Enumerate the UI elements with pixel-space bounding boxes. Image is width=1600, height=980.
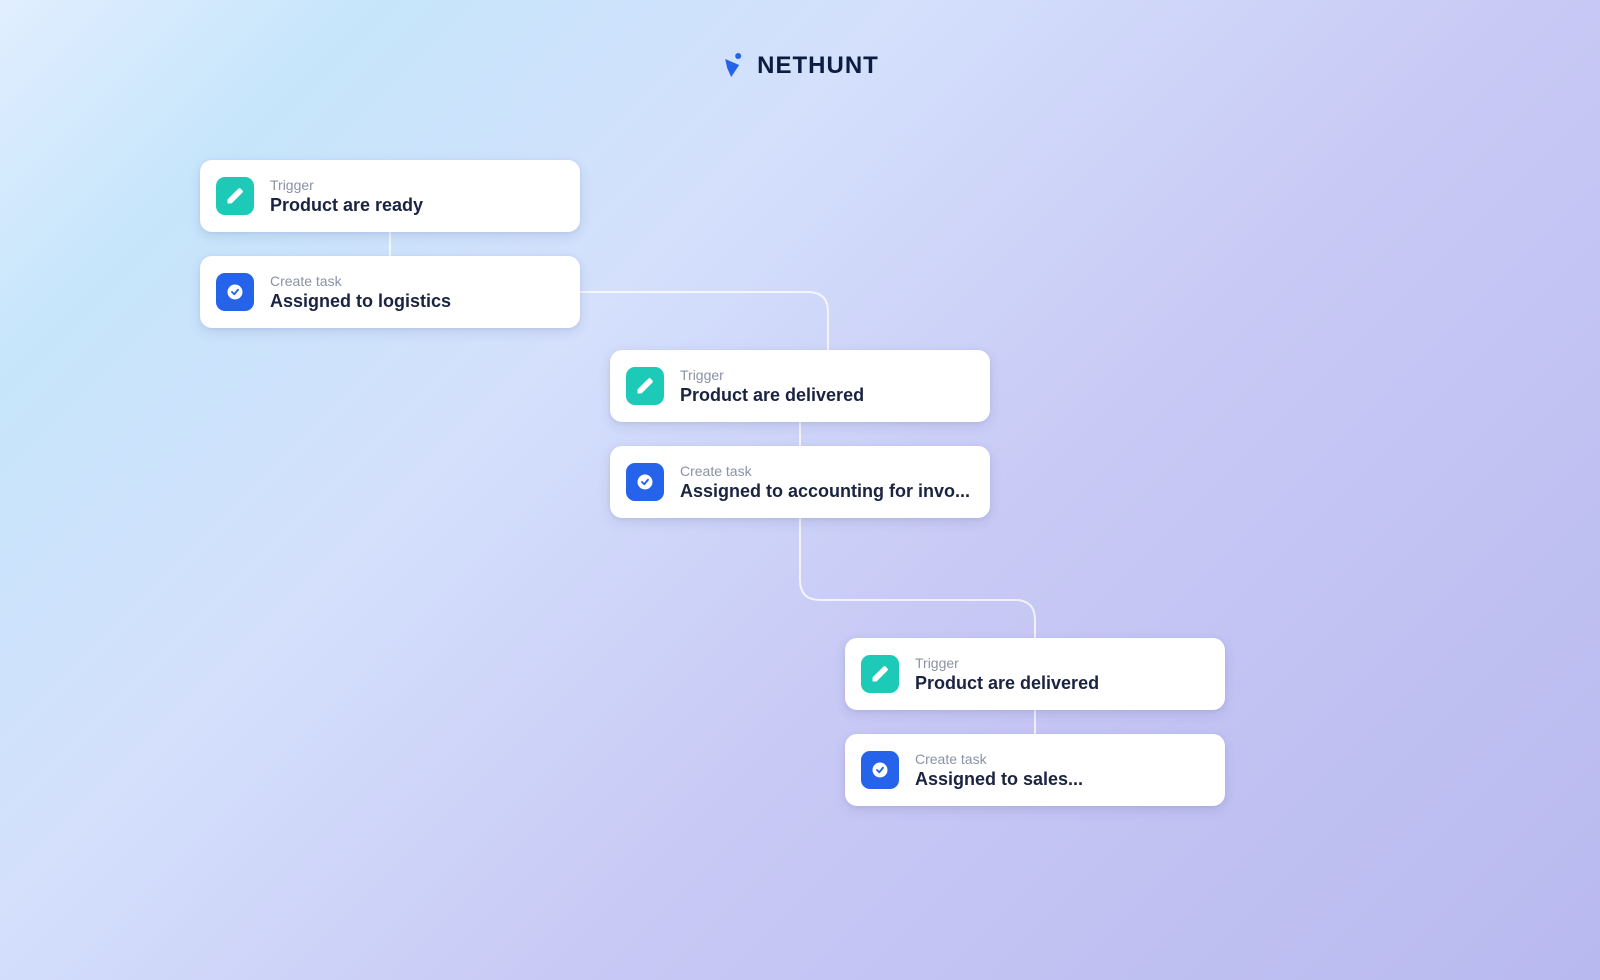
workflow-node-trigger-delivered-2[interactable]: Trigger Product are delivered — [845, 638, 1225, 710]
node-type-label: Create task — [680, 463, 970, 479]
node-type-label: Create task — [270, 273, 451, 289]
node-title: Assigned to accounting for invo... — [680, 481, 970, 502]
check-circle-icon — [626, 463, 664, 501]
workflow-node-trigger-delivered-1[interactable]: Trigger Product are delivered — [610, 350, 990, 422]
card-text: Trigger Product are delivered — [915, 655, 1099, 694]
workflow-node-task-sales[interactable]: Create task Assigned to sales... — [845, 734, 1225, 806]
node-type-label: Trigger — [680, 367, 864, 383]
node-title: Product are delivered — [915, 673, 1099, 694]
card-text: Create task Assigned to logistics — [270, 273, 451, 312]
card-text: Trigger Product are delivered — [680, 367, 864, 406]
pencil-icon — [626, 367, 664, 405]
pencil-icon — [216, 177, 254, 215]
card-text: Create task Assigned to sales... — [915, 751, 1083, 790]
node-type-label: Trigger — [915, 655, 1099, 671]
workflow-node-trigger-ready[interactable]: Trigger Product are ready — [200, 160, 580, 232]
workflow-node-task-accounting[interactable]: Create task Assigned to accounting for i… — [610, 446, 990, 518]
pencil-icon — [861, 655, 899, 693]
workflow-node-task-logistics[interactable]: Create task Assigned to logistics — [200, 256, 580, 328]
node-title: Product are delivered — [680, 385, 864, 406]
card-text: Trigger Product are ready — [270, 177, 423, 216]
node-type-label: Create task — [915, 751, 1083, 767]
node-title: Product are ready — [270, 195, 423, 216]
card-text: Create task Assigned to accounting for i… — [680, 463, 970, 502]
check-circle-icon — [861, 751, 899, 789]
node-title: Assigned to logistics — [270, 291, 451, 312]
check-circle-icon — [216, 273, 254, 311]
node-title: Assigned to sales... — [915, 769, 1083, 790]
node-type-label: Trigger — [270, 177, 423, 193]
